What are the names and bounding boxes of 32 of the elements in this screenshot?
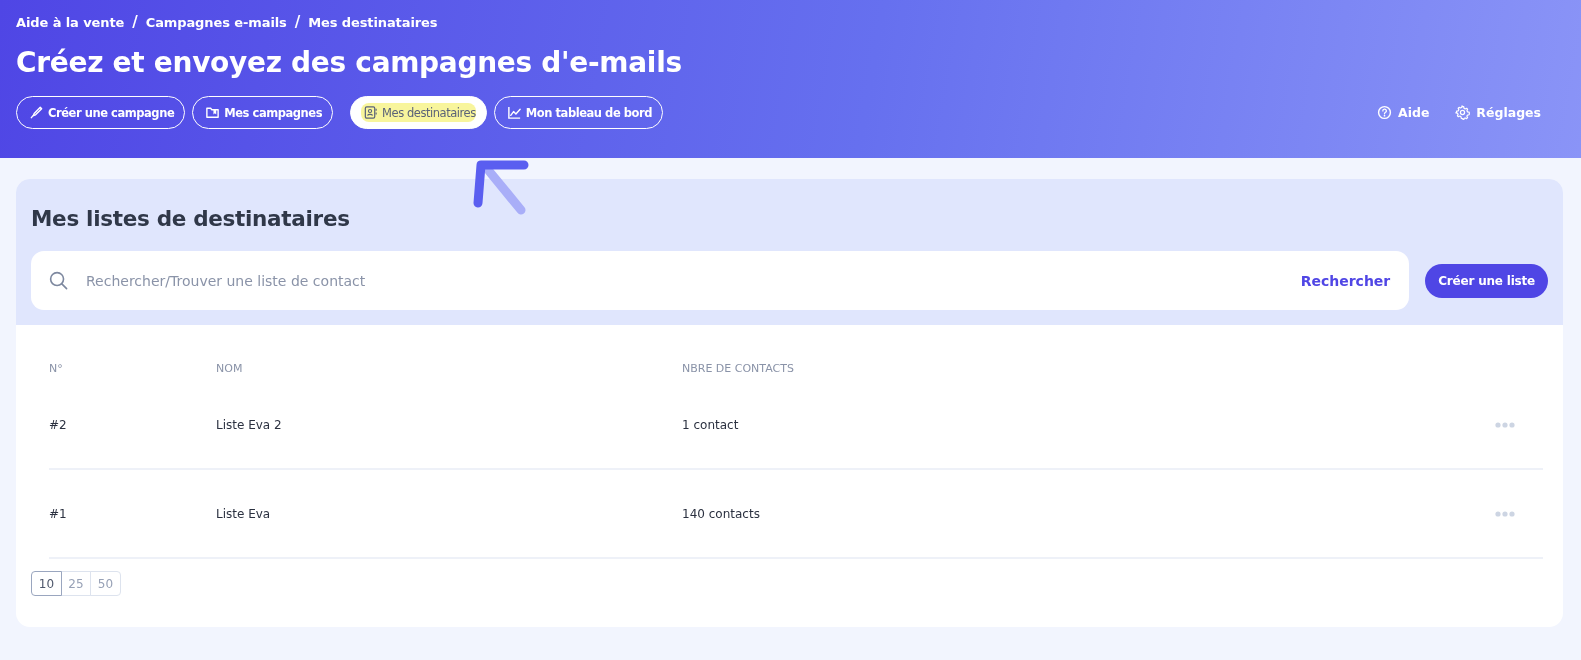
list-name: Liste Eva 2 — [216, 417, 283, 432]
section-heading: Mes listes de destinataires — [31, 205, 351, 233]
breadcrumb-separator: / — [132, 13, 138, 31]
breadcrumb-link[interactable]: Aide à la vente — [16, 14, 125, 30]
line-chart-icon — [506, 105, 522, 120]
list-name: Liste Eva — [216, 506, 272, 521]
column-header: N° — [49, 360, 64, 377]
contact-count: 1 contact — [682, 417, 740, 432]
create-list-button[interactable]: Créer une liste — [1425, 263, 1548, 298]
list-number: #1 — [49, 506, 68, 521]
breadcrumb-link[interactable]: Mes destinataires — [308, 14, 438, 30]
search-icon — [49, 271, 68, 290]
nav-tab[interactable]: Mes destinataires — [350, 96, 487, 129]
column-header: NOM — [216, 360, 244, 377]
search-field[interactable]: Rechercher/Trouver une liste de contact Rechercher — [31, 251, 1410, 310]
breadcrumb-link[interactable]: Campagnes e-mails — [145, 14, 287, 30]
help-icon — [1376, 105, 1392, 120]
page-title: Créez et envoyez des campagnes d'e-mails — [16, 45, 683, 81]
settings-icon — [1455, 105, 1471, 120]
contact-count: 140 contacts — [682, 506, 761, 521]
list-number: #2 — [49, 417, 68, 432]
brush-icon — [29, 105, 44, 120]
column-header: NBRE DE CONTACTS — [682, 360, 795, 377]
search-button[interactable]: Rechercher — [1300, 272, 1391, 289]
more-options-icon[interactable] — [1495, 421, 1515, 428]
header-link[interactable]: Réglages — [1455, 105, 1541, 120]
folder-icon — [205, 105, 221, 120]
header-link[interactable]: Aide — [1376, 105, 1430, 120]
contact-card-icon — [363, 105, 379, 120]
breadcrumb-separator: / — [294, 13, 301, 31]
page-size-option[interactable]: 10 — [31, 571, 62, 596]
more-options-icon[interactable] — [1495, 510, 1515, 517]
